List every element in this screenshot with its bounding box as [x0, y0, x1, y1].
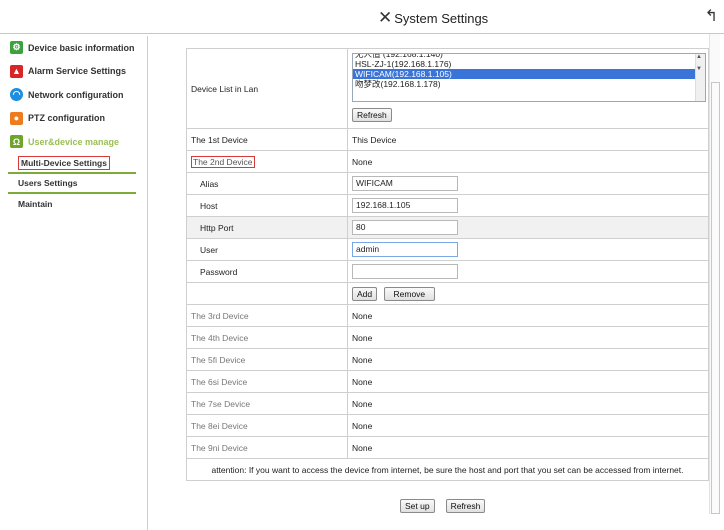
tools-icon: ✕ — [378, 8, 393, 27]
sidebar-item-alarm-service-settings[interactable]: ▲ Alarm Service Settings — [8, 60, 147, 84]
sidebar-item-device-basic-information[interactable]: ⚙ Device basic information — [8, 36, 147, 60]
sidebar-item-user-device-manage[interactable]: Ω User&device manage — [8, 130, 147, 154]
device-label: The 6si Device — [186, 370, 348, 393]
sidebar-item-label: Network configuration — [28, 89, 124, 100]
user-icon: Ω — [10, 135, 23, 149]
user-field[interactable]: admin — [352, 242, 458, 257]
device-row-7: The 7se Device None — [186, 392, 709, 415]
back-arrow-icon[interactable]: ↰ — [705, 6, 718, 26]
alias-label: Alias — [186, 172, 348, 195]
device-label: The 1st Device — [186, 128, 348, 151]
device-label: The 4th Device — [186, 326, 348, 349]
sidebar-item-network-configuration[interactable]: ◠ Network configuration — [8, 83, 147, 107]
port-field[interactable]: 80 — [352, 220, 458, 235]
sidebar-item-label: Alarm Service Settings — [28, 66, 127, 77]
device-value: None — [347, 150, 709, 173]
page-title: ✕ System Settings — [378, 8, 488, 28]
host-field[interactable]: 192.168.1.105 — [352, 198, 458, 213]
device-label: The 8ei Device — [186, 414, 348, 437]
bell-icon: ▲ — [10, 64, 23, 78]
lan-row: Device List in Lan 无人值 (192.168.1.140) H… — [186, 48, 709, 129]
add-button[interactable]: Add — [352, 286, 378, 301]
sidebar-item-label: PTZ configuration — [28, 113, 105, 124]
device-row-2: The 2nd Device None — [186, 150, 709, 173]
device-row-9: The 9ni Device None — [186, 436, 709, 459]
alias-field[interactable]: WIFICAM — [352, 176, 458, 191]
device-row-3: The 3rd Device None — [186, 304, 709, 327]
password-row: Password — [186, 260, 709, 283]
device-value: None — [347, 370, 709, 393]
sidebar: ⚙ Device basic information ▲ Alarm Servi… — [8, 36, 148, 530]
device-value: None — [347, 436, 709, 459]
setup-button[interactable]: Set up — [400, 499, 435, 513]
device-value: This Device — [347, 128, 709, 151]
device-value: None — [347, 392, 709, 415]
add-remove-row: Add Remove — [186, 282, 709, 305]
page-scrollbar[interactable] — [709, 34, 720, 514]
lan-device-list[interactable]: 无人值 (192.168.1.140) HSL-ZJ-1(192.168.1.1… — [352, 53, 706, 102]
gear-icon: ⚙ — [10, 41, 23, 55]
user-row: User admin — [186, 238, 709, 261]
sidebar-item-label: User&device manage — [28, 136, 120, 147]
password-label: Password — [186, 260, 348, 283]
lan-refresh-button[interactable]: Refresh — [352, 108, 392, 122]
device-value: None — [347, 304, 709, 327]
device-row-8: The 8ei Device None — [186, 414, 709, 437]
device-row-5: The 5fi Device None — [186, 348, 709, 371]
header: ✕ System Settings ↰ — [0, 0, 724, 34]
device-label: The 7se Device — [186, 392, 348, 415]
device-row-1: The 1st Device This Device — [186, 128, 709, 151]
lan-device-option-selected[interactable]: WIFICAM(192.168.1.105) — [353, 69, 705, 79]
password-field[interactable] — [352, 264, 458, 279]
device-table: Device List in Lan 无人值 (192.168.1.140) H… — [186, 48, 709, 481]
alias-row: Alias WIFICAM — [186, 172, 709, 195]
port-label: Http Port — [186, 216, 348, 239]
device-label: The 9ni Device — [186, 436, 348, 459]
lan-cell: 无人值 (192.168.1.140) HSL-ZJ-1(192.168.1.1… — [347, 48, 709, 129]
device-value: None — [347, 348, 709, 371]
submenu-item-label: Maintain — [18, 198, 53, 209]
device-label-2: The 2nd Device — [186, 150, 348, 173]
lan-device-option[interactable]: HSL-ZJ-1(192.168.1.176) — [353, 59, 705, 69]
submenu-item-users-settings[interactable]: Users Settings — [8, 174, 136, 194]
lan-list-scrollbar[interactable]: ▲ ▼ — [695, 54, 705, 101]
wifi-icon: ◠ — [10, 88, 23, 102]
device-value: None — [347, 414, 709, 437]
camera-icon: ● — [10, 111, 23, 125]
remove-button[interactable]: Remove — [383, 286, 436, 301]
host-row: Host 192.168.1.105 — [186, 194, 709, 217]
lan-label: Device List in Lan — [186, 48, 348, 129]
attention-row: attention: If you want to access the dev… — [186, 458, 709, 481]
submenu-item-label: Users Settings — [18, 177, 78, 188]
footer-refresh-button[interactable]: Refresh — [445, 499, 486, 513]
page-title-text: System Settings — [394, 10, 489, 26]
port-row: Http Port 80 — [186, 216, 709, 239]
device-value: None — [347, 326, 709, 349]
sidebar-item-label: Device basic information — [28, 42, 135, 53]
user-label: User — [186, 238, 348, 261]
device-row-6: The 6si Device None — [186, 370, 709, 393]
lan-device-option[interactable]: 吻梦改(192.168.1.178) — [353, 79, 705, 89]
footer-buttons: Set up Refresh — [400, 499, 486, 513]
host-label: Host — [186, 194, 348, 217]
device-row-4: The 4th Device None — [186, 326, 709, 349]
attention-text: attention: If you want to access the dev… — [186, 458, 709, 481]
submenu-item-label: Multi-Device Settings — [18, 155, 110, 170]
page-scrollbar-thumb[interactable] — [711, 82, 720, 514]
sidebar-item-ptz-configuration[interactable]: ● PTZ configuration — [8, 107, 147, 131]
multi-device-panel: Device List in Lan 无人值 (192.168.1.140) H… — [186, 48, 709, 481]
submenu: Multi-Device Settings Users Settings Mai… — [8, 154, 147, 214]
submenu-item-maintain[interactable]: Maintain — [8, 194, 136, 214]
device-label: The 3rd Device — [186, 304, 348, 327]
device-label: The 5fi Device — [186, 348, 348, 371]
submenu-item-multi-device-settings[interactable]: Multi-Device Settings — [8, 154, 136, 174]
second-device-label[interactable]: The 2nd Device — [191, 155, 255, 168]
